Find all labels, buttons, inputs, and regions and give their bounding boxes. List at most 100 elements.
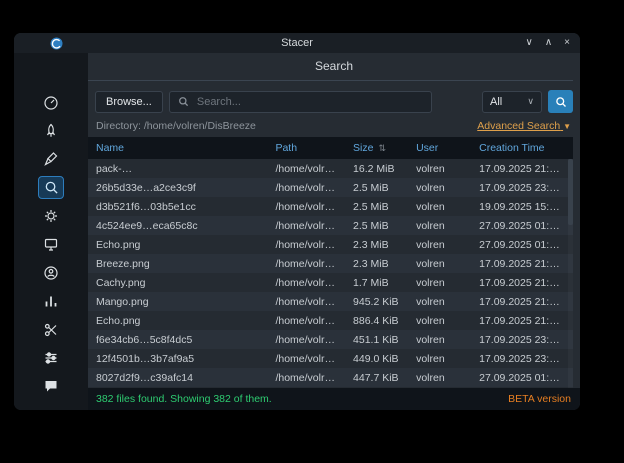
filter-value: All — [490, 96, 502, 108]
gear-icon — [43, 208, 59, 224]
table-cell: /home/volren/… — [267, 330, 345, 349]
table-cell: 449.0 KiB — [345, 349, 408, 368]
table-cell: 447.7 KiB — [345, 368, 408, 387]
table-cell: volren — [408, 159, 471, 178]
sidebar-item-dashboard[interactable] — [38, 91, 64, 114]
table-row[interactable]: Breeze.png/home/volren/…2.3 MiBvolren17.… — [88, 254, 573, 273]
dashboard-icon — [43, 95, 59, 111]
table-cell: 451.1 KiB — [345, 330, 408, 349]
table-cell: volren — [408, 197, 471, 216]
column-header[interactable]: Path — [267, 137, 345, 159]
sidebar-item-processes[interactable] — [38, 233, 64, 256]
table-cell: Breeze.png — [88, 254, 267, 273]
table-cell: 8027d2f9…c39afc14 — [88, 368, 267, 387]
table-cell: d3b521f6…03b5e1cc — [88, 197, 267, 216]
table-cell: volren — [408, 273, 471, 292]
directory-row: Directory: /home/volren/DisBreeze Advanc… — [88, 119, 580, 137]
table-cell: /home/volren/… — [267, 197, 345, 216]
table-cell: f6e34cb6…5c8f4dc5 — [88, 330, 267, 349]
column-header[interactable]: Creation Time — [471, 137, 573, 159]
browse-button[interactable]: Browse... — [95, 91, 163, 113]
table-cell: /home/volren/… — [267, 368, 345, 387]
sidebar-item-startup-apps[interactable] — [38, 119, 64, 142]
table-cell: 1.7 MiB — [345, 273, 408, 292]
search-submit-button[interactable] — [548, 90, 573, 113]
column-header[interactable]: Name — [88, 137, 267, 159]
sidebar-item-feedback[interactable] — [38, 375, 64, 398]
sort-icon[interactable]: ⇅ — [378, 143, 386, 153]
stacer-window: Stacer ∨ ∧ × — [14, 33, 580, 410]
table-cell: 26b5d33e…a2ce3c9f — [88, 178, 267, 197]
table-cell: Cachy.png — [88, 273, 267, 292]
column-header[interactable]: User — [408, 137, 471, 159]
table-row[interactable]: 26b5d33e…a2ce3c9f/home/volren/…2.5 MiBvo… — [88, 178, 573, 197]
table-cell: pack-… — [88, 159, 267, 178]
table-cell: 17.09.2025 23:48:45 — [471, 330, 573, 349]
table-cell: 2.3 MiB — [345, 235, 408, 254]
table-row[interactable]: 4c524ee9…eca65c8c/home/volren/…2.5 MiBvo… — [88, 216, 573, 235]
table-cell: /home/volren/… — [267, 387, 345, 388]
table-cell: 12f4501b…3b7af9a5 — [88, 349, 267, 368]
search-icon — [555, 96, 567, 108]
maximize-button[interactable]: ∧ — [545, 33, 552, 53]
scrollbar-thumb[interactable] — [568, 159, 573, 225]
sidebar-item-services[interactable] — [38, 204, 64, 227]
version-label: BETA version — [508, 393, 571, 405]
table-cell: /home/volren/… — [267, 216, 345, 235]
table-cell: 17.09.2025 21:38:36 — [471, 273, 573, 292]
chevron-down-icon: ∨ — [527, 96, 534, 107]
rocket-icon — [43, 123, 59, 139]
table-row[interactable]: 88da1626…c1362a6a/home/volren/…447.4 KiB… — [88, 387, 573, 388]
search-icon — [178, 96, 189, 107]
sidebar-item-helpers[interactable] — [38, 318, 64, 341]
table-row[interactable]: Echo.png/home/volren/…886.4 KiBvolren17.… — [88, 311, 573, 330]
table-cell: volren — [408, 368, 471, 387]
table-cell: volren — [408, 387, 471, 388]
table-cell: 447.4 KiB — [345, 387, 408, 388]
table-row[interactable]: 8027d2f9…c39afc14/home/volren/…447.7 KiB… — [88, 368, 573, 387]
page-title: Search — [88, 53, 580, 80]
table-row[interactable]: 12f4501b…3b7af9a5/home/volren/…449.0 KiB… — [88, 349, 573, 368]
directory-label: Directory: /home/volren/DisBreeze — [96, 120, 256, 132]
table-cell: 17.09.2025 21:38:26 — [471, 159, 573, 178]
table-cell: /home/volren/… — [267, 159, 345, 178]
minimize-button[interactable]: ∨ — [526, 33, 533, 53]
table-cell: 19.09.2025 15:32:47 — [471, 387, 573, 388]
scrollbar[interactable] — [568, 159, 573, 388]
table-cell: /home/volren/… — [267, 292, 345, 311]
table-cell: /home/volren/… — [267, 235, 345, 254]
table-cell: 88da1626…c1362a6a — [88, 387, 267, 388]
search-input[interactable] — [195, 95, 423, 109]
sidebar-item-search[interactable] — [38, 176, 64, 199]
search-icon — [44, 180, 59, 195]
sidebar-item-system-cleaner[interactable] — [38, 148, 64, 171]
sidebar-item-settings[interactable] — [38, 346, 64, 369]
table-row[interactable]: Mango.png/home/volren/…945.2 KiBvolren17… — [88, 292, 573, 311]
advanced-search-link[interactable]: Advanced Search ▼ — [477, 120, 571, 132]
table-row[interactable]: f6e34cb6…5c8f4dc5/home/volren/…451.1 KiB… — [88, 330, 573, 349]
filter-dropdown[interactable]: All ∨ — [482, 91, 542, 113]
table-cell: 2.5 MiB — [345, 197, 408, 216]
table-row[interactable]: d3b521f6…03b5e1cc/home/volren/…2.5 MiBvo… — [88, 197, 573, 216]
search-toolbar: Browse... All ∨ — [88, 81, 580, 119]
sidebar-item-uninstaller[interactable] — [38, 261, 64, 284]
triangle-down-icon: ▼ — [563, 122, 571, 131]
chat-bubble-icon — [43, 378, 59, 394]
table-cell: 27.09.2025 01:09:06 — [471, 216, 573, 235]
sidebar-item-resources[interactable] — [38, 290, 64, 313]
column-header[interactable]: Size⇅ — [345, 137, 408, 159]
table-row[interactable]: Echo.png/home/volren/…2.3 MiBvolren27.09… — [88, 235, 573, 254]
table-cell: /home/volren/… — [267, 273, 345, 292]
table-cell: /home/volren/… — [267, 254, 345, 273]
table-cell: 17.09.2025 23:48:46 — [471, 349, 573, 368]
table-row[interactable]: pack-…/home/volren/…16.2 MiBvolren17.09.… — [88, 159, 573, 178]
table-cell: /home/volren/… — [267, 311, 345, 330]
titlebar: Stacer ∨ ∧ × — [14, 33, 580, 53]
table-cell: 27.09.2025 01:09:06 — [471, 368, 573, 387]
table-cell: 17.09.2025 21:38:36 — [471, 311, 573, 330]
close-button[interactable]: × — [564, 33, 570, 53]
table-cell: /home/volren/… — [267, 349, 345, 368]
search-box[interactable] — [169, 91, 432, 113]
table-row[interactable]: Cachy.png/home/volren/…1.7 MiBvolren17.0… — [88, 273, 573, 292]
table-cell: 945.2 KiB — [345, 292, 408, 311]
